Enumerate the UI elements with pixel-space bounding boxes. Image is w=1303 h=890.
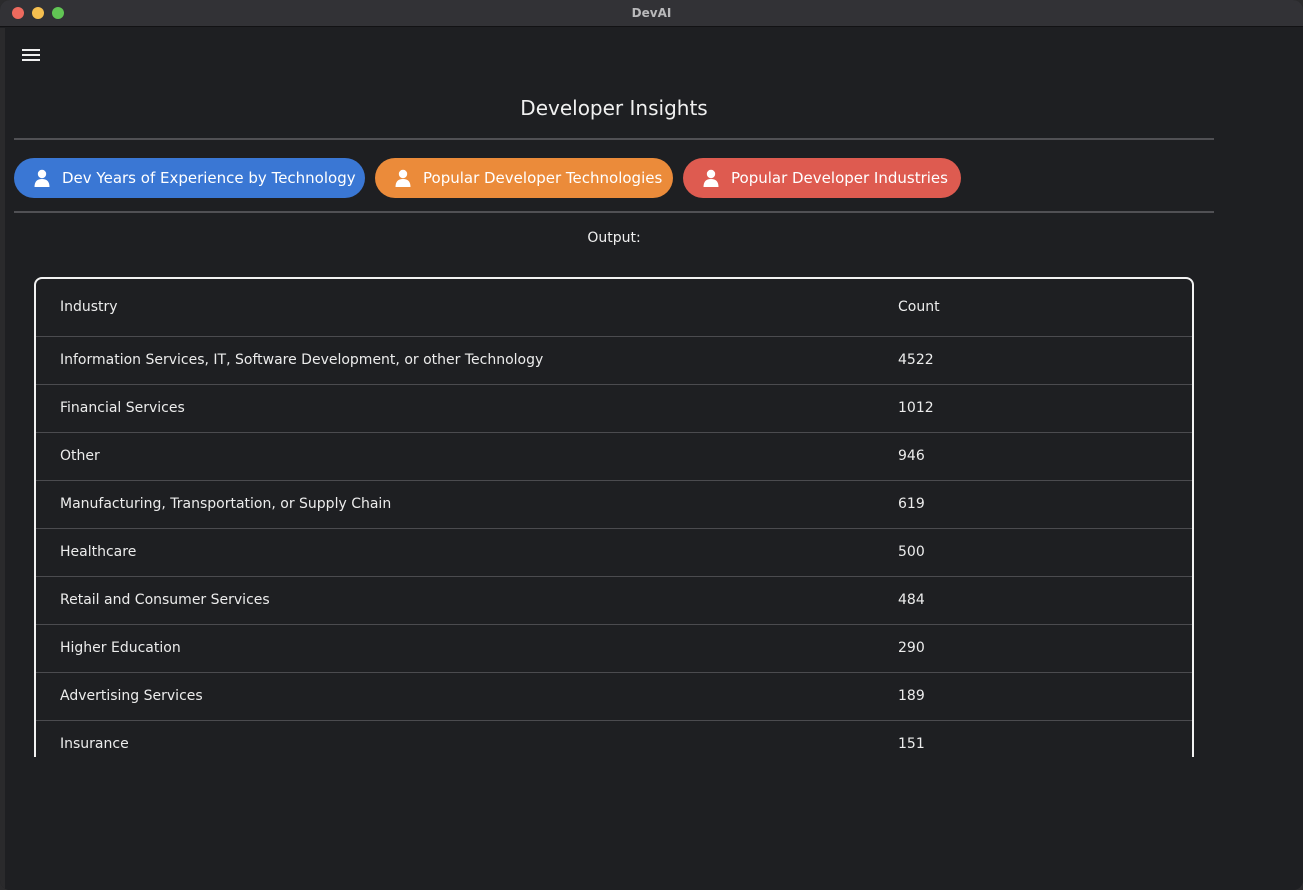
count-cell: 189: [898, 688, 925, 704]
industry-cell: Information Services, IT, Software Devel…: [60, 352, 544, 368]
table-row[interactable]: Higher Education 290: [36, 624, 1192, 672]
table-header-row: Industry Count: [36, 279, 1192, 336]
table-row[interactable]: Financial Services 1012: [36, 384, 1192, 432]
app-window: DevAI Developer Insights Dev Years of Ex…: [0, 0, 1303, 890]
main-content: Developer Insights Dev Years of Experien…: [5, 28, 1303, 890]
page-title: Developer Insights: [520, 96, 708, 120]
count-cell: 500: [898, 544, 925, 560]
divider: [14, 138, 1214, 140]
count-cell: 151: [898, 736, 925, 752]
industry-cell: Higher Education: [60, 640, 181, 656]
user-icon: [34, 169, 50, 187]
button-label: Popular Developer Industries: [731, 169, 948, 187]
industry-cell: Other: [60, 448, 100, 464]
window-title: DevAI: [631, 6, 672, 20]
count-cell: 290: [898, 640, 925, 656]
button-label: Dev Years of Experience by Technology: [62, 169, 356, 187]
industry-cell: Financial Services: [60, 400, 185, 416]
divider: [14, 211, 1214, 213]
dev-years-experience-button[interactable]: Dev Years of Experience by Technology: [14, 158, 365, 198]
count-cell: 946: [898, 448, 925, 464]
industry-cell: Healthcare: [60, 544, 137, 560]
table-body: Information Services, IT, Software Devel…: [36, 336, 1192, 757]
count-cell: 4522: [898, 352, 934, 368]
popular-industries-button[interactable]: Popular Developer Industries: [683, 158, 961, 198]
user-icon: [395, 169, 411, 187]
results-table: Industry Count Information Services, IT,…: [36, 279, 1192, 757]
industry-cell: Manufacturing, Transportation, or Supply…: [60, 496, 392, 512]
hamburger-menu-icon[interactable]: [22, 47, 42, 63]
user-icon: [703, 169, 719, 187]
table-row[interactable]: Manufacturing, Transportation, or Supply…: [36, 480, 1192, 528]
column-header-count[interactable]: Count: [874, 279, 1192, 336]
industry-cell: Insurance: [60, 736, 129, 752]
table-row[interactable]: Retail and Consumer Services 484: [36, 576, 1192, 624]
button-label: Popular Developer Technologies: [423, 169, 663, 187]
count-cell: 619: [898, 496, 925, 512]
title-bar: DevAI: [0, 0, 1303, 27]
column-header-industry[interactable]: Industry: [36, 279, 874, 336]
table-row[interactable]: Advertising Services 189: [36, 672, 1192, 720]
popular-technologies-button[interactable]: Popular Developer Technologies: [375, 158, 673, 198]
count-cell: 484: [898, 592, 925, 608]
count-cell: 1012: [898, 400, 934, 416]
results-table-container[interactable]: Industry Count Information Services, IT,…: [34, 277, 1194, 757]
table-row[interactable]: Healthcare 500: [36, 528, 1192, 576]
table-row[interactable]: Insurance 151: [36, 720, 1192, 757]
industry-cell: Retail and Consumer Services: [60, 592, 270, 608]
output-label: Output:: [587, 230, 641, 246]
table-row[interactable]: Information Services, IT, Software Devel…: [36, 336, 1192, 384]
industry-cell: Advertising Services: [60, 688, 203, 704]
table-row[interactable]: Other 946: [36, 432, 1192, 480]
